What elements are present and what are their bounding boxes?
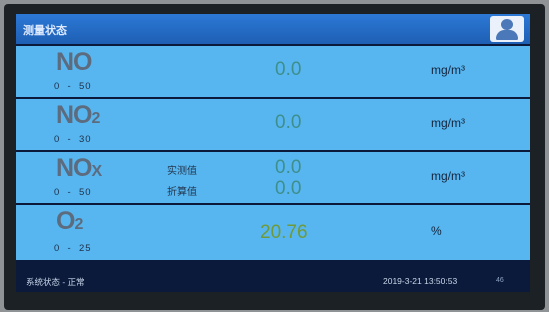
gas-name: O2 — [56, 207, 83, 235]
gas-range: 0 - 25 — [54, 243, 92, 254]
converted-label: 折算值 — [167, 187, 197, 198]
gas-value: 0.0 — [275, 59, 302, 80]
row-no2[interactable]: NO2 0 - 30 0.0 mg/m³ — [16, 99, 530, 150]
gas-range: 0 - 50 — [54, 187, 92, 198]
gas-name: NOX — [56, 154, 102, 182]
gas-unit: % — [431, 224, 442, 238]
user-button[interactable] — [490, 16, 524, 42]
gas-name: NO — [56, 48, 92, 76]
row-o2[interactable]: O2 0 - 25 20.76 % — [16, 205, 530, 260]
measured-label: 实测值 — [167, 166, 197, 177]
system-status: 系统状态 - 正常 — [26, 277, 85, 287]
page-title: 测量状态 — [23, 25, 67, 37]
gas-range: 0 - 50 — [54, 81, 92, 92]
gas-value: 0.0 — [275, 112, 302, 133]
row-no[interactable]: NO 0 - 50 0.0 mg/m³ — [16, 46, 530, 97]
date-time: 2019-3-21 13:50:53 — [383, 276, 458, 286]
converted-value: 0.0 — [275, 178, 302, 199]
gas-unit: mg/m³ — [431, 63, 465, 77]
gas-unit: mg/m³ — [431, 169, 465, 183]
gas-range: 0 - 30 — [54, 134, 92, 145]
measured-value: 0.0 — [275, 157, 302, 178]
gas-unit: mg/m³ — [431, 116, 465, 130]
status-code: 46 — [496, 277, 504, 284]
gas-value: 20.76 — [260, 222, 308, 243]
title-bar: 测量状态 — [16, 14, 530, 44]
gas-name: NO2 — [56, 101, 100, 129]
status-bar: 系统状态 - 正常 2019-3-21 13:50:53 46 — [16, 266, 530, 292]
display-screen: 测量状态 NO 0 - 50 0.0 mg/m³ NO2 0 - 30 0.0 … — [16, 14, 530, 292]
row-nox[interactable]: NOX 0 - 50 实测值 0.0 折算值 0.0 mg/m³ — [16, 152, 530, 203]
